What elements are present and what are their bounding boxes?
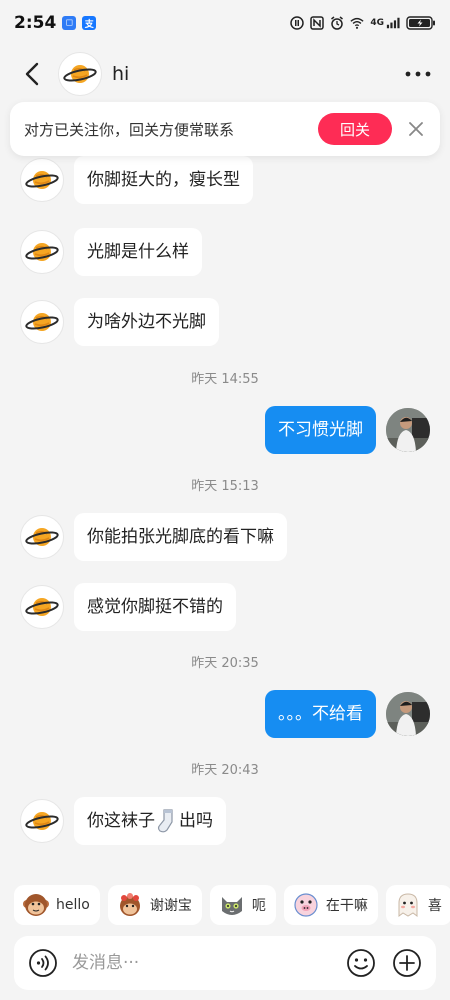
message-timestamp: 昨天 20:35: [191, 656, 259, 671]
contact-avatar[interactable]: [20, 585, 64, 629]
status-bar: 2:54 ◻ 支 4G: [0, 0, 450, 46]
message-bubble[interactable]: 为啥外边不光脚: [74, 298, 219, 346]
sticker-label: 谢谢宝: [149, 898, 192, 914]
user-photo-icon: [386, 692, 430, 736]
chevron-left-icon: [25, 62, 39, 86]
alarm-icon: [330, 16, 344, 30]
monkey-icon: [22, 891, 50, 919]
planet-icon: [25, 528, 59, 546]
message-timestamp: 昨天 14:55: [191, 372, 259, 387]
contact-avatar[interactable]: [20, 300, 64, 344]
follow-back-banner: 对方已关注你，回关方便常联系 回关: [10, 102, 440, 156]
monkey-flower-icon: [116, 891, 144, 919]
close-icon: [409, 122, 423, 136]
sticker-thanks[interactable]: 谢谢宝: [107, 885, 202, 925]
sock-emoji-icon: [157, 809, 173, 833]
contact-avatar[interactable]: [20, 158, 64, 202]
planet-icon: [25, 812, 59, 830]
voice-icon: [29, 949, 57, 977]
message-bubble[interactable]: 你这袜子 出吗: [74, 797, 226, 845]
planet-icon: [25, 313, 59, 331]
message-text: 出吗: [179, 811, 213, 831]
message-bubble[interactable]: 感觉你脚挺不错的: [74, 583, 236, 631]
message-bubble[interactable]: 。。。不给看: [265, 690, 376, 738]
message-row: 不习惯光脚: [0, 406, 450, 454]
more-options-button[interactable]: [404, 60, 432, 88]
message-input-bar: [14, 936, 436, 990]
chat-header: hi: [0, 46, 450, 102]
sticker-suggestions: hello 谢谢宝 呃 在干嘛 喜: [0, 884, 450, 926]
plus-icon: [393, 949, 421, 977]
planet-icon: [63, 65, 97, 83]
planet-icon: [25, 598, 59, 616]
message-row: 。。。不给看: [0, 690, 450, 738]
cat-icon: [218, 891, 246, 919]
message-bubble[interactable]: 你脚挺大的，瘦长型: [74, 156, 253, 204]
sticker-label: 呃: [251, 898, 266, 914]
sticker-what-doing[interactable]: 在干嘛: [283, 885, 378, 925]
planet-icon: [25, 243, 59, 261]
emoji-icon: [347, 949, 375, 977]
message-bubble[interactable]: 你能拍张光脚底的看下嘛: [74, 513, 287, 561]
message-row: 你这袜子 出吗: [0, 797, 450, 845]
sticker-label: hello: [56, 897, 90, 913]
planet-icon: [25, 171, 59, 189]
ghost-icon: [394, 891, 422, 919]
app-notification-icon: ◻: [62, 16, 77, 30]
emoji-button[interactable]: [346, 948, 376, 978]
message-timestamp: 昨天 15:13: [191, 479, 259, 494]
message-row: 你能拍张光脚底的看下嘛: [0, 513, 450, 561]
voice-button[interactable]: [28, 948, 58, 978]
hd-icon: [290, 16, 305, 30]
sticker-hello[interactable]: hello: [14, 885, 100, 925]
user-photo-icon: [386, 408, 430, 452]
add-button[interactable]: [392, 948, 422, 978]
message-text: 你这袜子: [87, 811, 155, 831]
contact-avatar[interactable]: [20, 230, 64, 274]
contact-avatar[interactable]: [20, 799, 64, 843]
battery-icon: [406, 16, 436, 30]
contact-avatar[interactable]: [20, 515, 64, 559]
message-bubble[interactable]: 不习惯光脚: [265, 406, 376, 454]
contact-name: hi: [112, 63, 130, 85]
user-avatar[interactable]: [386, 408, 430, 452]
status-time: 2:54: [14, 13, 57, 33]
sticker-uh[interactable]: 呃: [209, 885, 276, 925]
message-row: 为啥外边不光脚: [0, 298, 450, 346]
pig-icon: [292, 891, 320, 919]
network-type: 4G: [370, 18, 384, 28]
message-input[interactable]: [72, 953, 346, 973]
message-row: 光脚是什么样: [0, 228, 450, 276]
sticker-label: 在干嘛: [325, 898, 368, 914]
wifi-icon: [350, 16, 364, 30]
status-icons: 4G: [290, 16, 436, 30]
contact-avatar[interactable]: [58, 52, 102, 96]
message-row: 你脚挺大的，瘦长型: [0, 156, 450, 204]
alipay-notification-icon: 支: [82, 16, 97, 30]
message-list[interactable]: 你脚挺大的，瘦长型 光脚是什么样 为啥外边不光脚 昨天 14:55 不习惯光脚 …: [0, 156, 450, 876]
user-avatar[interactable]: [386, 692, 430, 736]
follow-banner-text: 对方已关注你，回关方便常联系: [24, 120, 235, 139]
message-bubble[interactable]: 光脚是什么样: [74, 228, 202, 276]
nfc-icon: [310, 16, 325, 30]
back-button[interactable]: [12, 54, 52, 94]
signal-icon: [386, 16, 400, 30]
sticker-happy[interactable]: 喜: [385, 885, 450, 925]
follow-back-button[interactable]: 回关: [318, 113, 392, 145]
message-row: 感觉你脚挺不错的: [0, 583, 450, 631]
close-banner-button[interactable]: [406, 119, 426, 139]
sticker-label: 喜: [427, 898, 442, 914]
more-dots-icon: [405, 71, 431, 77]
message-timestamp: 昨天 20:43: [191, 763, 259, 778]
